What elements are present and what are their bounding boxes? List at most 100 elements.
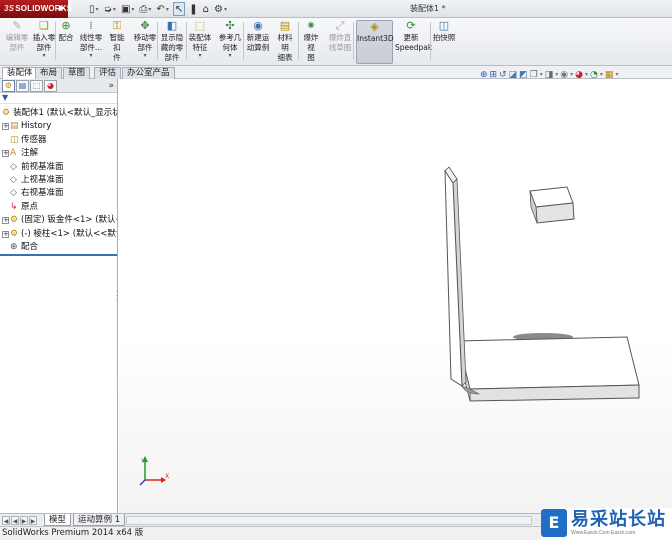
tree-node-label: 装配体1 (默认<默认_显示状态 [13,108,117,118]
base-plate-part[interactable] [457,336,640,402]
chevron-down-icon[interactable]: ▾ [216,53,244,59]
document-title: 装配体1 * [410,4,446,13]
mate-label: 配合 [58,33,74,42]
ribbon-separator [243,22,244,60]
tree-node[interactable]: ◇ 右视基准面 [0,187,117,200]
insert-component-button[interactable]: ❏ 插入零 部件 ▾ [32,20,56,64]
instant3d-icon: ◈ [370,20,379,33]
update-speedpak-button[interactable]: ⟳ 更新 Speedpak [395,20,433,64]
show-hidden-label: 部件 [164,53,180,62]
horizontal-scrollbar[interactable] [126,516,532,525]
site-watermark: E 易采站长站 Www.Easck.Com Easck.com [541,508,672,540]
chevron-down-icon[interactable]: ▾ [77,53,105,59]
mate-icon: ⊕ [61,19,71,32]
motion-study-tab[interactable]: 运动算例 1 [73,514,126,526]
take-snapshot-button[interactable]: ◫ 拍快照 [432,20,456,64]
model-tab[interactable]: 模型 [44,514,72,526]
tree-node-icon: ⊕ [10,241,18,252]
tree-node-label: 上视基准面 [21,174,64,185]
tree-node[interactable]: ⊕ 配合 [0,241,117,254]
tree-node-icon: ◇ [10,161,17,172]
command-manager: ✎ 编辑零 部件 ❏ 插入零 部件 ▾ ⊕ 配合 ⁞ 线性零 部件... ▾ ⚿ 智能扣件 ✥ 移动零 部件 ▾ ◧ 显… [0,18,672,66]
prism-part[interactable] [529,186,575,224]
mate-button[interactable]: ⊕ 配合 [57,20,75,64]
tree-node-icon: ◇ [10,188,17,199]
graphics-area[interactable]: Y X [119,79,672,513]
propertymanager-tab-icon[interactable]: ▤ [16,79,29,92]
new-motion-study-button[interactable]: ◉ 新建运 动算例 [246,20,270,64]
tree-node-icon: ⚙ [10,215,19,226]
ribbon-separator [298,22,299,60]
smart-fasteners-label: 智能扣 [109,33,125,52]
smart-fasteners-button[interactable]: ⚿ 智能扣件 [106,20,128,64]
tree-node[interactable]: + A 注解 [0,147,117,160]
chevron-down-icon[interactable]: ▾ [130,53,160,59]
tree-node[interactable]: ⚙装配体1 (默认<默认_显示状态 [0,107,117,120]
edit-component-button[interactable]: ✎ 编辑零 部件 [2,20,32,64]
new-motion-study-label: 新建运 [246,33,270,42]
tree-node[interactable]: ◇ 上视基准面 [0,174,117,187]
assembly-features-button[interactable]: ⬚ 装配体 特征 ▾ [188,20,212,64]
bill-of-materials-label: 细表 [277,53,293,62]
tree-node[interactable]: +⚙(-) 棱柱<1> (默认<<默认> [0,228,117,241]
show-hidden-button[interactable]: ◧ 显示隐 藏的零 部件 [160,20,184,64]
ribbon-separator [186,22,187,60]
expand-node-icon[interactable]: + [2,217,9,225]
tab-3[interactable]: 评估 [94,67,122,79]
move-component-button[interactable]: ✥ 移动零 部件 ▾ [130,20,160,64]
expand-node-icon[interactable]: + [2,123,9,131]
take-snapshot-label: 拍快照 [432,33,456,42]
linear-pattern-icon: ⁞ [89,19,93,32]
chevron-down-icon[interactable]: ▾ [32,53,56,59]
tree-node[interactable]: ↳ 原点 [0,201,117,214]
bill-of-materials-label: 材料明 [277,33,293,52]
tab-4[interactable]: 办公室产品 [122,67,175,79]
featuremanager-tab-icon[interactable]: ⚙ [2,79,15,92]
watermark-subtext: Www.Easck.Com Easck.com [571,530,636,536]
bill-of-materials-button[interactable]: ▤ 材料明 细表 [274,20,296,64]
tab-1[interactable]: 布局 [35,67,63,79]
ribbon-separator [55,22,56,60]
insert-component-icon: ❏ [39,19,49,32]
svg-text:X: X [165,473,169,480]
tree-node[interactable]: ◇ 前视基准面 [0,161,117,174]
expand-panel-icon[interactable]: » [108,81,114,91]
edit-component-icon: ✎ [12,19,22,32]
tree-node-label: 原点 [21,201,39,212]
expand-node-icon[interactable]: + [2,230,9,238]
displaymanager-tab-icon[interactable]: ◕ [44,79,57,92]
rollback-bar[interactable] [0,254,117,256]
reference-geometry-label: 参考几 [218,33,242,42]
tree-node-icon: ◇ [10,174,17,185]
tree-node[interactable]: +⚙(固定) 钣金件<1> (默认<< [0,214,117,227]
tree-node-label: (-) 棱柱<1> (默认<<默认> [21,228,117,239]
svg-text:Y: Y [140,458,145,465]
linear-pattern-button[interactable]: ⁞ 线性零 部件... ▾ [77,20,105,64]
tree-filter[interactable]: ▼ [0,93,117,104]
next-tab-icon[interactable]: ▶ [20,516,28,525]
expand-node-icon[interactable]: + [2,150,9,158]
instant3d-button[interactable]: ◈ Instant3D [356,20,394,64]
tree-node-label: (固定) 钣金件<1> (默认<< [21,215,117,226]
filter-icon[interactable]: ▼ [2,93,8,102]
tree-node-icon: A [10,148,17,159]
tab-2[interactable]: 草图 [63,67,91,79]
last-tab-icon[interactable]: ▶ [29,516,37,525]
chevron-down-icon[interactable]: ▾ [188,53,212,59]
exploded-view-button[interactable]: ✷ 爆炸视图 [300,20,322,64]
linear-pattern-label: 线性零 [79,33,103,42]
new-motion-study-label: 动算例 [246,43,270,52]
configurationmanager-tab-icon[interactable]: ⬚ [30,79,43,92]
move-component-icon: ✥ [140,19,150,32]
explode-line-sketch-button[interactable]: ⤢ 爆炸直 线草图 [326,20,354,64]
tree-node[interactable]: ◫ 传感器 [0,134,117,147]
tree-node[interactable]: + ▤ History [0,120,117,133]
prev-tab-icon[interactable]: ◀ [11,516,19,525]
reference-geometry-button[interactable]: ✣ 参考几 何体 ▾ [216,20,244,64]
smart-fasteners-label: 件 [113,53,121,62]
assembly-features-icon: ⬚ [194,19,206,32]
exploded-view-label: 图 [307,53,315,62]
update-speedpak-label: Speedpak [395,43,433,52]
watermark-text: 易采站长站 [571,509,666,530]
first-tab-icon[interactable]: ◀ [2,516,10,525]
